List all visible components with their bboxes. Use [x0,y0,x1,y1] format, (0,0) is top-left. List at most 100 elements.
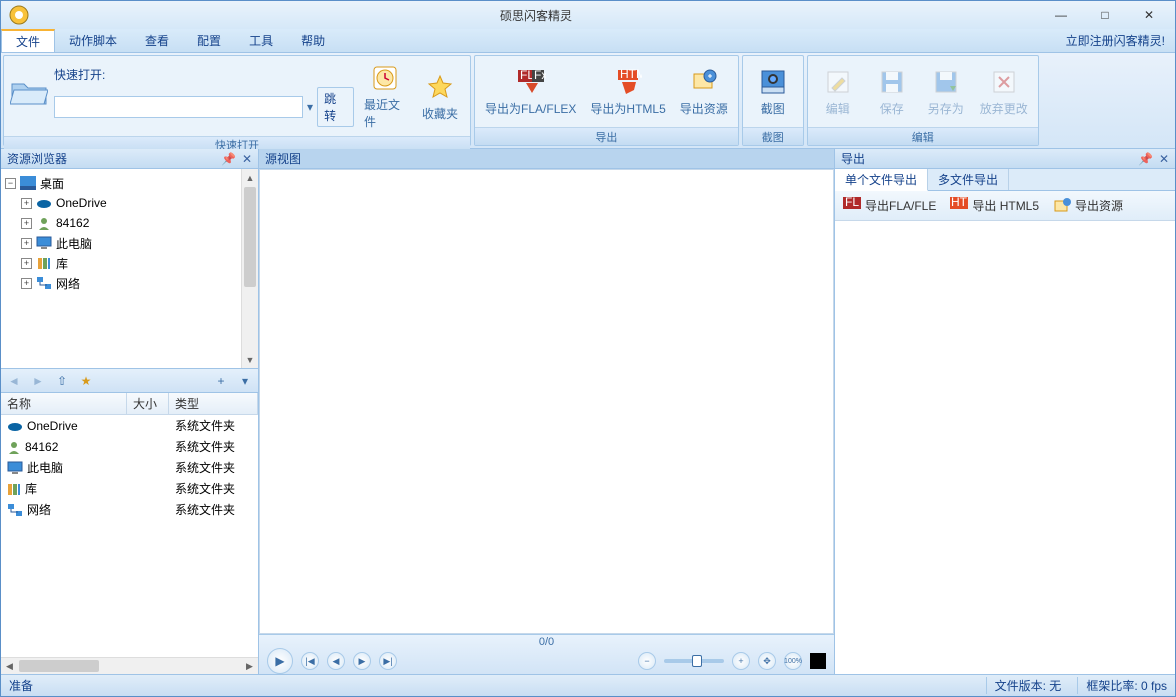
menu-view[interactable]: 查看 [131,29,183,52]
tree-node-libraries[interactable]: + 库 [5,253,254,273]
bgcolor-button[interactable] [810,653,826,669]
zoom-in-button[interactable]: + [732,652,750,670]
export-res-item[interactable]: 导出资源 [1053,197,1123,215]
zoom-knob[interactable] [692,655,702,667]
export-fla-button[interactable]: FLFx 导出为FLA/FLEX [481,64,580,119]
nav-fav-button[interactable]: ★ [77,372,95,390]
scroll-up-icon[interactable]: ▲ [242,169,258,186]
file-name: 84162 [25,440,58,454]
list-scrollbar-h[interactable]: ◀ ▶ [1,657,258,674]
menu-config[interactable]: 配置 [183,29,235,52]
expand-icon[interactable]: + [21,238,32,249]
scroll-left-icon[interactable]: ◀ [1,658,18,674]
edit-button: 编辑 [814,64,862,119]
file-name: OneDrive [27,419,78,433]
file-name: 网络 [27,501,51,518]
scroll-thumb[interactable] [244,187,256,287]
panel-pin-icon[interactable]: 📌 [221,152,236,166]
floppy-icon [876,66,908,98]
file-type: 系统文件夹 [169,438,258,455]
panel-pin-icon[interactable]: 📌 [1138,152,1153,166]
scroll-right-icon[interactable]: ▶ [241,658,258,674]
scroll-thumb-h[interactable] [19,660,99,672]
tab-multi-export[interactable]: 多文件导出 [928,169,1009,190]
tree-node-network[interactable]: + 网络 [5,273,254,293]
file-type: 系统文件夹 [169,501,258,518]
capture-button[interactable]: 截图 [749,64,797,119]
save-as-button: 另存为 [922,64,970,119]
export-html5-button[interactable]: HTML5 导出为HTML5 [586,64,669,119]
folder-tree[interactable]: − 桌面 + OneDrive + 84162 + 此电脑 [1,169,258,369]
html5-icon: HTML [950,197,968,215]
nav-back-button[interactable]: ◄ [5,372,23,390]
menu-tools[interactable]: 工具 [235,29,287,52]
next-frame-button[interactable]: ▶ [353,652,371,670]
export-html5-item[interactable]: HTML 导出 HTML5 [950,197,1039,215]
tree-node-desktop[interactable]: − 桌面 [5,173,254,193]
tree-node-user[interactable]: + 84162 [5,213,254,233]
collapse-icon[interactable]: − [5,178,16,189]
pan-button[interactable]: ✥ [758,652,776,670]
resources-icon [688,66,720,98]
nav-up-button[interactable]: ⇧ [53,372,71,390]
ribbon-group-capture: 截图 截图 [742,55,804,146]
ribbon-group-export: FLFx 导出为FLA/FLEX HTML5 导出为HTML5 导出资源 导出 [474,55,739,146]
tree-node-thispc[interactable]: + 此电脑 [5,233,254,253]
pc-icon [7,461,23,475]
panel-close-icon[interactable]: ✕ [1159,152,1169,166]
panel-close-icon[interactable]: ✕ [242,152,252,166]
export-fla-item[interactable]: FL 导出FLA/FLE [843,197,936,215]
col-size[interactable]: 大小 [127,393,169,414]
list-item[interactable]: 网络 系统文件夹 [1,499,258,520]
list-item[interactable]: 库系统文件夹 [1,478,258,499]
zoom-out-button[interactable]: − [638,652,656,670]
status-fps: 框架比率: 0 fps [1077,677,1167,694]
first-frame-button[interactable]: |◀ [301,652,319,670]
file-name: 此电脑 [27,459,63,476]
tree-node-onedrive[interactable]: + OneDrive [5,193,254,213]
nav-menu-button[interactable]: ▾ [236,372,254,390]
menu-file[interactable]: 文件 [1,29,55,52]
tree-scrollbar[interactable]: ▲ ▼ [241,169,258,368]
expand-icon[interactable]: + [21,258,32,269]
main-area: 资源浏览器 📌 ✕ − 桌面 + OneDrive + [1,149,1175,674]
file-list-header: 名称 大小 类型 [1,393,258,415]
tab-single-export[interactable]: 单个文件导出 [835,169,928,191]
export-resources-button[interactable]: 导出资源 [676,64,732,119]
quickopen-dropdown[interactable]: ▾ [307,100,313,114]
html5-icon: HTML5 [612,66,644,98]
minimize-button[interactable]: — [1039,3,1083,27]
recent-files-button[interactable]: 最近文件 [360,60,410,132]
cloud-icon [7,420,23,432]
prev-frame-button[interactable]: ◀ [327,652,345,670]
list-item[interactable]: 84162 系统文件夹 [1,436,258,457]
quickopen-go-button[interactable]: 跳转 [317,87,354,127]
menu-help[interactable]: 帮助 [287,29,339,52]
folder-open-icon[interactable] [10,76,48,116]
maximize-button[interactable]: □ [1083,3,1127,27]
list-item[interactable]: 此电脑系统文件夹 [1,457,258,478]
nav-fwd-button[interactable]: ► [29,372,47,390]
expand-icon[interactable]: + [21,278,32,289]
quickopen-input[interactable] [54,96,303,118]
menu-actionscript[interactable]: 动作脚本 [55,29,131,52]
expand-icon[interactable]: + [21,218,32,229]
close-button[interactable]: ✕ [1127,3,1171,27]
favorites-button[interactable]: 收藏夹 [416,69,464,124]
ribbon-group-edit: 编辑 保存 另存为 放弃更改 编辑 [807,55,1039,146]
col-type[interactable]: 类型 [169,393,258,414]
scroll-down-icon[interactable]: ▼ [242,351,258,368]
ribbon-group-capture-label: 截图 [743,127,803,145]
col-name[interactable]: 名称 [1,393,127,414]
last-frame-button[interactable]: ▶| [379,652,397,670]
list-item[interactable]: OneDrive系统文件夹 [1,415,258,436]
play-button[interactable]: ▶ [267,648,293,674]
nav-add-button[interactable]: + [212,372,230,390]
file-list[interactable]: OneDrive系统文件夹84162系统文件夹此电脑系统文件夹库系统文件夹网络系… [1,415,258,674]
register-link[interactable]: 立即注册闪客精灵! [1056,29,1175,52]
expand-icon[interactable]: + [21,198,32,209]
zoom-100-button[interactable]: 100% [784,652,802,670]
zoom-slider[interactable] [664,659,724,663]
svg-text:FL: FL [845,197,859,209]
ribbon-group-export-label: 导出 [475,127,738,145]
